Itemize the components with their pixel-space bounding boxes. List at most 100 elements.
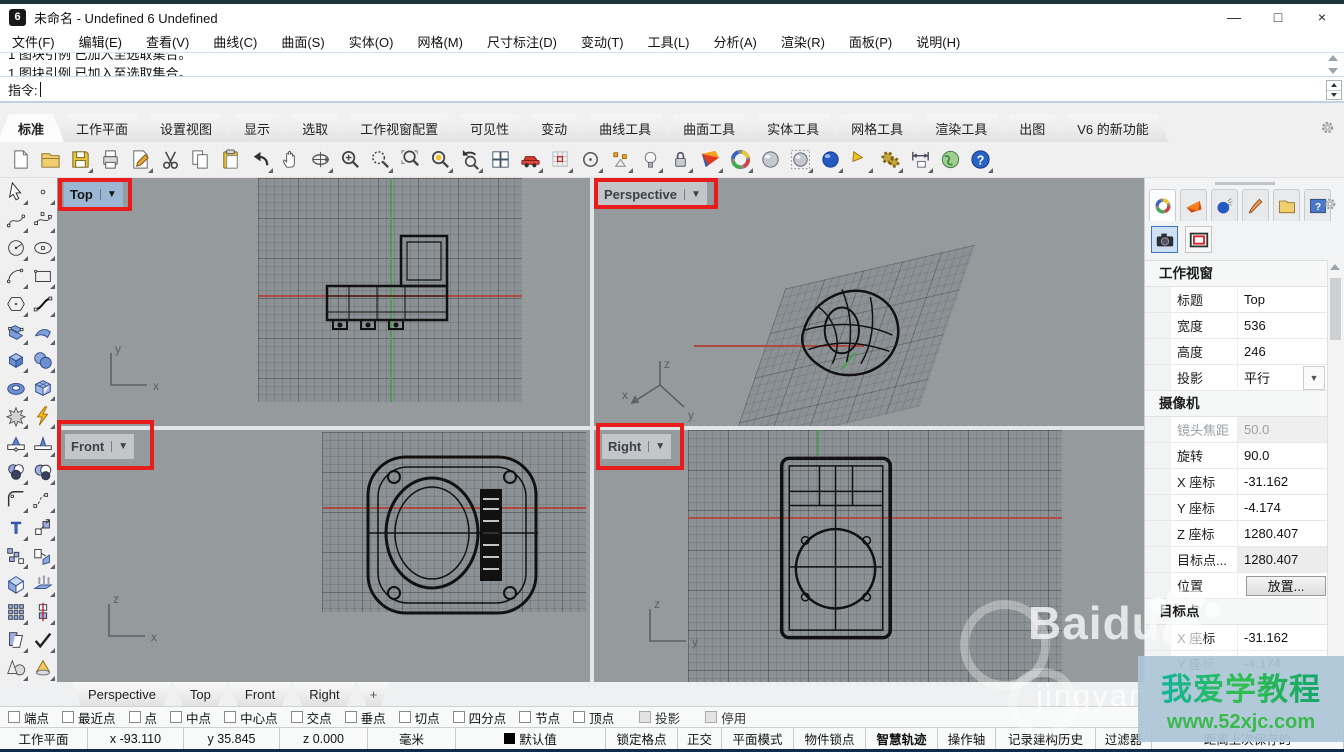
grid-array-icon[interactable] [2, 598, 29, 626]
status-cell[interactable]: 锁定格点 [606, 728, 678, 749]
surface-points-icon[interactable] [2, 318, 29, 346]
open-file-icon[interactable] [36, 146, 64, 174]
checkbox-icon[interactable] [224, 711, 236, 723]
zoom-in-icon[interactable] [336, 146, 364, 174]
viewport-frame-tool-icon[interactable] [1185, 226, 1212, 253]
status-cell[interactable]: 毫米 [368, 728, 456, 749]
menu-item[interactable]: 变动(T) [581, 32, 624, 51]
viewport-tab[interactable]: Perspective [72, 682, 172, 706]
command-spinner[interactable] [1326, 80, 1342, 100]
ribbon-tab[interactable]: 曲线工具 [579, 114, 671, 142]
ribbon-tab[interactable]: 设置视图 [140, 114, 232, 142]
boolean-difference-icon[interactable] [29, 458, 56, 486]
zoom-selected-icon[interactable] [426, 146, 454, 174]
scroll-down-icon[interactable] [1328, 68, 1338, 74]
pan-hand-icon[interactable] [276, 146, 304, 174]
extrude-icon[interactable] [29, 570, 56, 598]
shaded-view-icon[interactable] [756, 146, 784, 174]
notification-flag-icon[interactable] [846, 146, 874, 174]
panel-scrollbar[interactable] [1327, 260, 1342, 682]
dropdown-arrow-icon[interactable]: ▼ [1303, 366, 1325, 390]
text-tool-icon[interactable]: T [2, 514, 29, 542]
cut-icon[interactable] [156, 146, 184, 174]
status-cell[interactable]: 操作轴 [938, 728, 996, 749]
spinner-down-icon[interactable] [1327, 91, 1341, 100]
spheres-icon[interactable] [29, 346, 56, 374]
checkbox-icon[interactable] [170, 711, 182, 723]
help-icon[interactable]: ? [966, 146, 994, 174]
menu-item[interactable]: 曲面(S) [281, 32, 324, 51]
spotlight-cone-icon[interactable] [29, 654, 56, 682]
close-button[interactable]: × [1300, 4, 1344, 30]
ghosted-view-icon[interactable] [786, 146, 814, 174]
menu-item[interactable]: 实体(O) [349, 32, 394, 51]
grid-snap-icon[interactable] [546, 146, 574, 174]
menu-item[interactable]: 编辑(E) [79, 32, 122, 51]
ribbon-tab[interactable]: 网格工具 [831, 114, 923, 142]
menu-item[interactable]: 分析(A) [714, 32, 757, 51]
curve-blend-icon[interactable] [29, 486, 56, 514]
checkbox-icon[interactable] [573, 711, 585, 723]
menu-item[interactable]: 文件(F) [12, 32, 55, 51]
polyline-curve-icon[interactable] [2, 206, 29, 234]
status-cell[interactable]: 记录建构历史 [996, 728, 1096, 749]
status-cell[interactable]: y 35.845 [184, 728, 280, 749]
orient-icon[interactable] [29, 542, 56, 570]
menu-item[interactable]: 网格(M) [417, 32, 463, 51]
checkbox-icon[interactable] [291, 711, 303, 723]
ribbon-tab[interactable]: 显示 [224, 114, 290, 142]
checkbox-icon[interactable] [8, 711, 20, 723]
trim-icon[interactable] [2, 626, 29, 654]
blend-curve-icon[interactable] [29, 290, 56, 318]
options-gears-icon[interactable] [876, 146, 904, 174]
checkbox-icon[interactable] [345, 711, 357, 723]
ribbon-tab[interactable]: 选取 [282, 114, 348, 142]
minimize-button[interactable]: — [1212, 4, 1256, 30]
ribbon-gear-icon[interactable] [1319, 119, 1336, 136]
zoom-undo-icon[interactable] [456, 146, 484, 174]
spinner-up-icon[interactable] [1327, 81, 1341, 91]
osnap-toggle[interactable]: 端点 [8, 708, 49, 727]
add-viewport-tab-button[interactable]: + [358, 682, 390, 706]
panel-gear-icon[interactable] [1322, 196, 1338, 212]
osnap-toggle[interactable]: 停用 [705, 708, 746, 727]
paste-icon[interactable] [216, 146, 244, 174]
maximize-button[interactable]: □ [1256, 4, 1300, 30]
status-cell[interactable]: 智慧轨迹 [866, 728, 938, 749]
display-brush-tab-icon[interactable] [1242, 189, 1269, 221]
viewport-tab[interactable]: Right [293, 682, 355, 706]
earth-icon[interactable] [936, 146, 964, 174]
color-wheel-icon[interactable] [726, 146, 754, 174]
render-icon[interactable] [696, 146, 724, 174]
ribbon-tab[interactable]: 出图 [999, 114, 1065, 142]
ribbon-tab[interactable]: 工作视窗配置 [340, 114, 458, 142]
status-cell[interactable]: 物件锁点 [794, 728, 866, 749]
array-icon[interactable] [2, 542, 29, 570]
ribbon-tab[interactable]: 可见性 [450, 114, 529, 142]
select-pointer-icon[interactable] [2, 178, 29, 206]
point-objects-icon[interactable] [606, 146, 634, 174]
viewport-tab[interactable]: Top [174, 682, 227, 706]
material-tab-icon[interactable] [1180, 189, 1207, 221]
checkbox-icon[interactable] [62, 711, 74, 723]
lock-icon[interactable] [666, 146, 694, 174]
checkbox-icon[interactable] [705, 711, 717, 723]
dimension-icon[interactable] [906, 146, 934, 174]
status-cell[interactable]: 正交 [678, 728, 722, 749]
checkbox-icon[interactable] [399, 711, 411, 723]
menu-item[interactable]: 面板(P) [849, 32, 892, 51]
ribbon-tab[interactable]: 渲染工具 [915, 114, 1007, 142]
panel-grip[interactable] [1215, 182, 1275, 185]
osnap-toggle[interactable]: 交点 [291, 708, 332, 727]
status-cell[interactable]: z 0.000 [280, 728, 368, 749]
zoom-window-icon[interactable] [396, 146, 424, 174]
osnap-toggle[interactable]: 点 [129, 708, 158, 727]
ribbon-tab[interactable]: V6 的新功能 [1057, 114, 1169, 142]
menu-item[interactable]: 曲线(C) [213, 32, 257, 51]
zoom-dynamic-icon[interactable] [366, 146, 394, 174]
viewport-layout-icon[interactable] [486, 146, 514, 174]
chamfer-edge-icon[interactable] [29, 430, 56, 458]
print-icon[interactable] [96, 146, 124, 174]
curve-fillet-icon[interactable] [2, 486, 29, 514]
osnap-toggle[interactable]: 垂点 [345, 708, 386, 727]
